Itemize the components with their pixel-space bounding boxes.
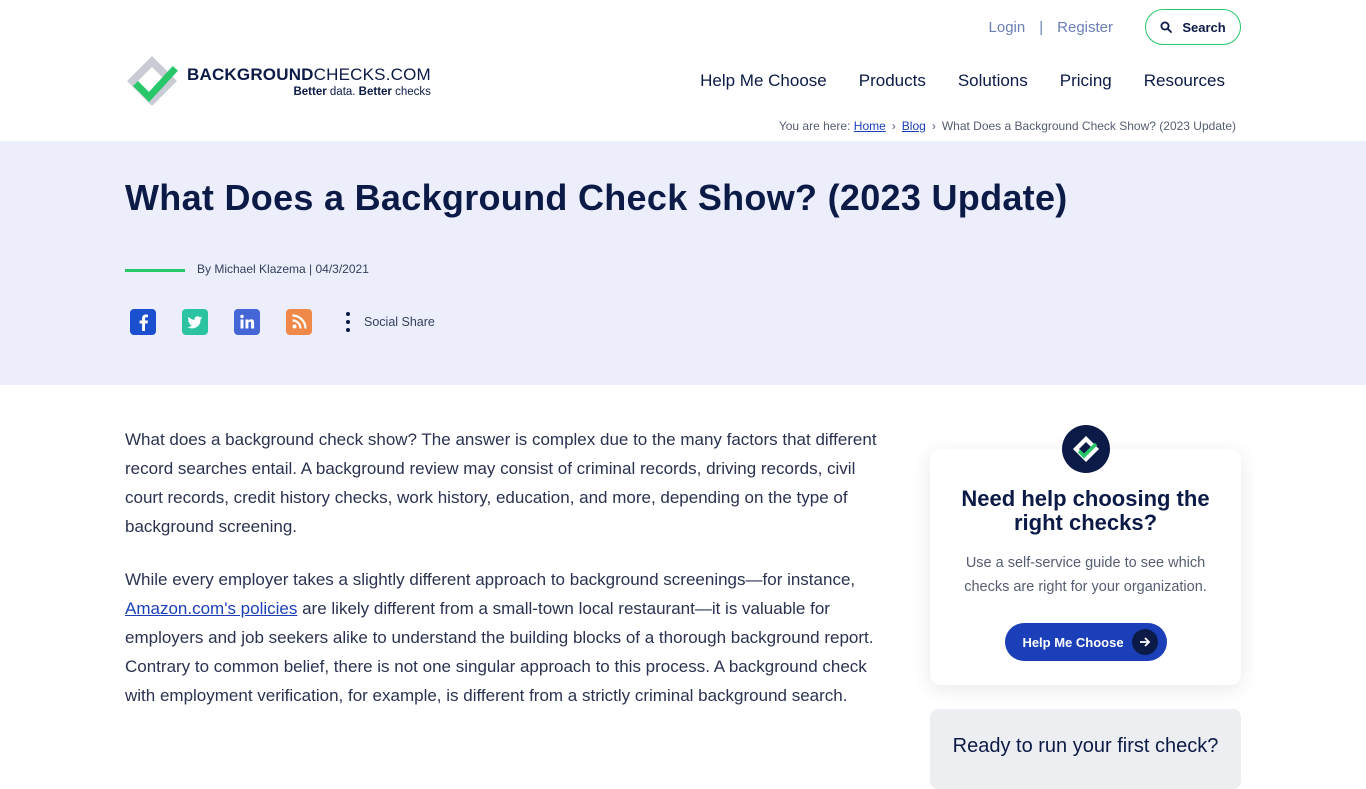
search-button[interactable]: Search: [1145, 9, 1241, 45]
card-title: Need help choosing the right checks?: [961, 486, 1210, 535]
main-nav: Help Me Choose Products Solutions Pricin…: [668, 71, 1225, 91]
nav-products[interactable]: Products: [859, 71, 926, 91]
help-me-choose-button[interactable]: Help Me Choose: [1005, 623, 1167, 661]
twitter-icon[interactable]: [182, 309, 208, 335]
nav-pricing[interactable]: Pricing: [1060, 71, 1112, 91]
linkedin-icon[interactable]: [234, 309, 260, 335]
nav-resources[interactable]: Resources: [1144, 71, 1225, 91]
breadcrumb-prefix: You are here:: [778, 119, 851, 133]
logo-wordmark: BACKGROUNDCHECKS.COM: [187, 64, 431, 84]
article-hero: What Does a Background Check Show? (2023…: [0, 141, 1366, 385]
breadcrumb-home[interactable]: Home: [854, 119, 886, 133]
article-paragraph: While every employer takes a slightly di…: [125, 570, 874, 705]
login-link[interactable]: Login: [989, 19, 1026, 36]
rss-icon[interactable]: [286, 309, 312, 335]
breadcrumb-blog[interactable]: Blog: [902, 119, 926, 133]
site-logo[interactable]: BACKGROUNDCHECKS.COM Better data. Better…: [125, 54, 431, 108]
article-body: What does a background check show? The a…: [125, 425, 885, 734]
amazon-policies-link[interactable]: Amazon.com's policies: [125, 599, 297, 618]
logo-check-icon: [127, 56, 178, 106]
byline-accent-bar: [125, 269, 185, 272]
nav-help-me-choose[interactable]: Help Me Choose: [700, 71, 827, 91]
card-badge-icon: [1062, 425, 1110, 473]
top-links: Login | Register Search: [989, 8, 1241, 46]
help-choose-card: Need help choosing the right checks? Use…: [930, 425, 1241, 685]
register-link[interactable]: Register: [1057, 19, 1113, 36]
page-title: What Does a Background Check Show? (2023…: [125, 177, 1068, 218]
top-link-separator: |: [1039, 18, 1044, 36]
article-byline: By Michael Klazema | 04/3/2021: [197, 262, 369, 276]
first-check-title: Ready to run your first check?: [952, 735, 1219, 757]
social-share-label: Social Share: [364, 315, 435, 329]
card-text: Use a self-service guide to see which ch…: [964, 555, 1207, 595]
social-share-bar: Social Share: [130, 309, 435, 335]
first-check-card: Ready to run your first check?: [930, 709, 1241, 789]
article-paragraph: What does a background check show? The a…: [125, 430, 877, 536]
breadcrumb: You are here: Home › Blog › What Does a …: [779, 119, 1236, 133]
facebook-icon[interactable]: [130, 309, 156, 335]
search-icon: [1160, 21, 1173, 33]
breadcrumb-separator: ›: [931, 119, 936, 133]
breadcrumb-separator: ›: [891, 119, 896, 133]
help-me-choose-button-label: Help Me Choose: [1022, 634, 1124, 650]
nav-solutions[interactable]: Solutions: [958, 71, 1028, 91]
more-share-icon[interactable]: [346, 310, 350, 334]
arrow-right-icon: [1131, 629, 1158, 655]
breadcrumb-current: What Does a Background Check Show? (2023…: [941, 119, 1236, 133]
search-button-label: Search: [1182, 19, 1226, 35]
logo-tagline: Better data. Better checks: [293, 85, 431, 98]
